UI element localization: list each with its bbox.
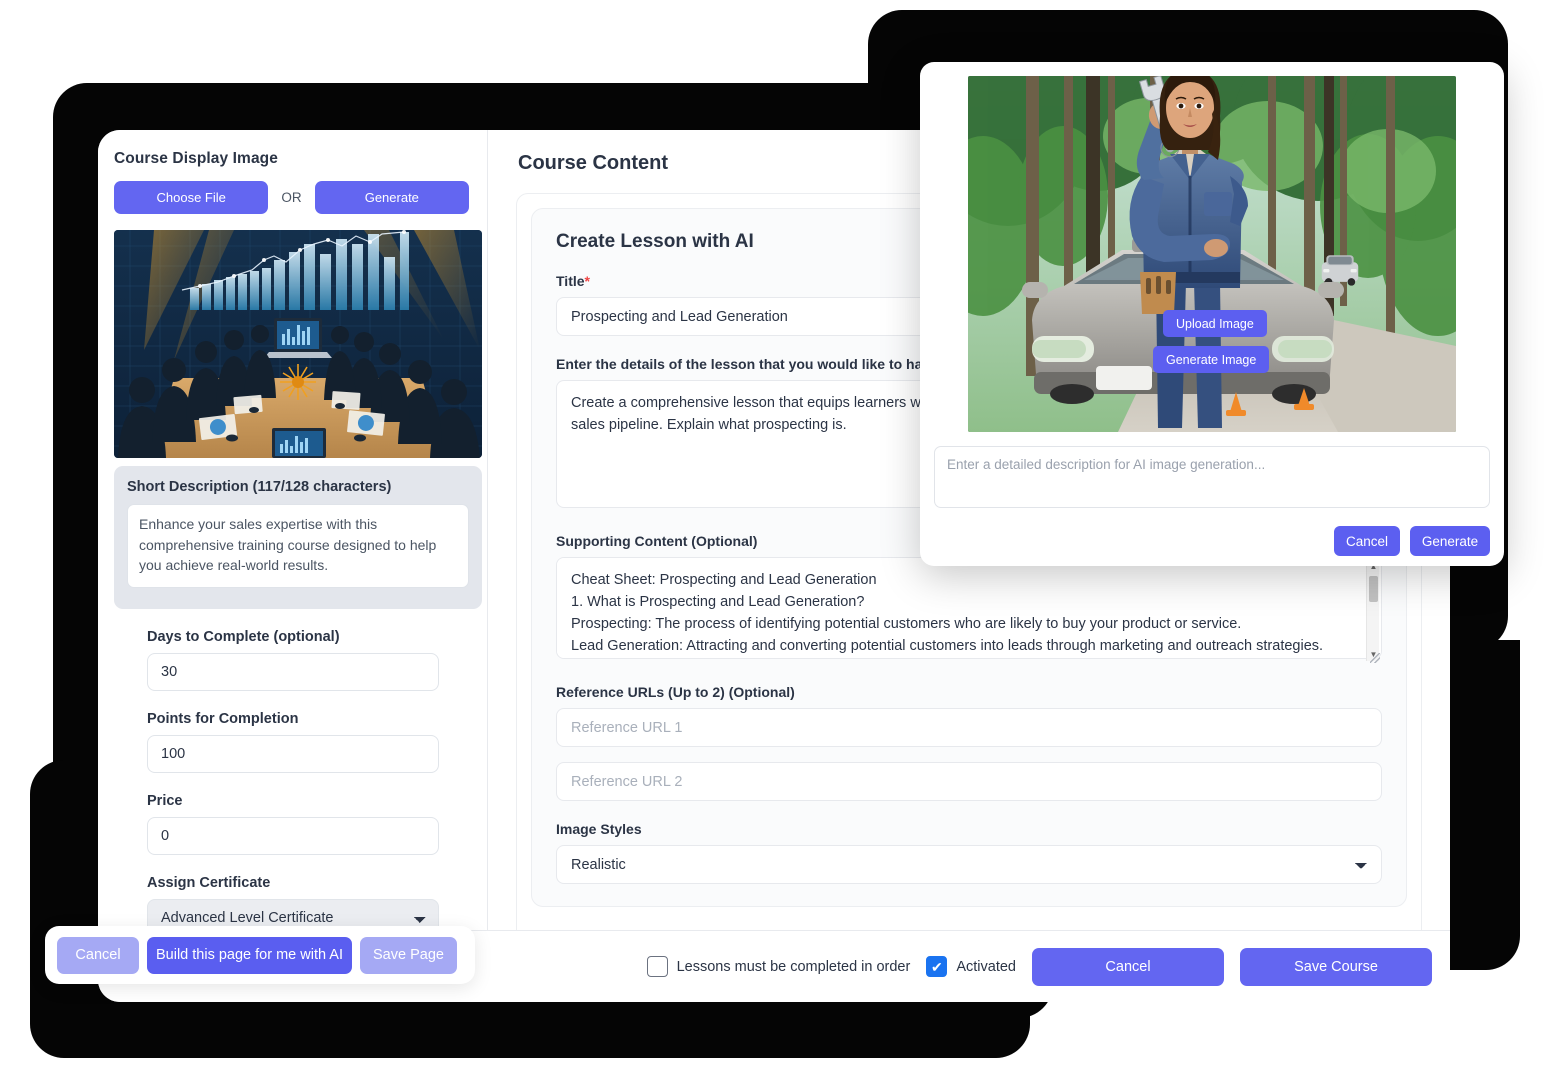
reference-url-2-input[interactable] [556,762,1382,801]
lessons-order-label: Lessons must be completed in order [676,958,911,975]
scrollbar-thumb[interactable] [1369,576,1378,602]
required-asterisk: * [584,273,590,289]
cancel-course-button[interactable]: Cancel [1032,947,1224,986]
days-to-complete-input[interactable] [147,653,439,691]
save-course-button[interactable]: Save Course [1240,947,1432,986]
toolbar-cancel-button[interactable]: Cancel [57,936,139,974]
ai-image-dialog: Upload Image Generate Image Cancel Gener… [920,62,1504,566]
reference-url-1-input[interactable] [556,708,1382,747]
supporting-content-scrollbar[interactable]: ▲ ▼ [1366,560,1379,661]
ai-dialog-actions: Cancel Generate [934,526,1490,556]
lessons-order-checkbox[interactable] [646,956,668,977]
supporting-content-textarea[interactable]: Cheat Sheet: Prospecting and Lead Genera… [556,557,1382,659]
course-display-image-title: Course Display Image [114,150,278,167]
lesson-title-label-text: Title [556,273,585,289]
lessons-order-checkbox-wrap[interactable]: Lessons must be completed in order [646,956,911,977]
course-thumbnail-image[interactable] [114,230,482,458]
activated-checkbox-wrap[interactable]: Activated [926,956,1016,977]
days-to-complete-field: Days to Complete (optional) [147,629,439,691]
assign-certificate-label: Assign Certificate [147,875,271,891]
generate-image-overlay-button[interactable]: Generate Image [1153,346,1270,373]
points-for-completion-input[interactable] [147,735,439,773]
price-field: Price [147,793,439,855]
course-display-panel: Course Display Image Choose File OR Gene… [98,130,488,930]
dialog-generate-button[interactable]: Generate [1410,526,1490,556]
short-description-label: Short Description (117/128 characters) [127,479,392,495]
reference-urls-label: Reference URLs (Up to 2) (Optional) [556,684,795,700]
short-description-block: Short Description (117/128 characters) E… [114,466,482,609]
ai-page-toolbar: Cancel Build this page for me with AI Sa… [45,926,475,984]
activated-label: Activated [956,958,1016,975]
image-styles-label: Image Styles [556,821,642,837]
price-input[interactable] [147,817,439,855]
image-styles-select[interactable]: Realistic [556,845,1382,884]
supporting-content-wrapper: Cheat Sheet: Prospecting and Lead Genera… [556,557,1382,664]
dialog-cancel-button[interactable]: Cancel [1334,526,1400,556]
screenshot-stage: Course Display Image Choose File OR Gene… [0,0,1561,1070]
short-description-textarea[interactable]: Enhance your sales expertise with this c… [127,504,469,588]
assign-certificate-field: Assign Certificate Advanced Level Certif… [147,875,439,930]
save-page-button[interactable]: Save Page [360,936,457,974]
textarea-resize-handle-icon[interactable] [1370,653,1380,663]
build-page-with-ai-button[interactable]: Build this page for me with AI [147,936,352,974]
upload-image-button[interactable]: Upload Image [1163,310,1267,337]
points-for-completion-field: Points for Completion [147,711,439,773]
points-for-completion-label: Points for Completion [147,711,299,727]
choose-file-button[interactable]: Choose File [114,181,269,214]
activated-checkbox[interactable] [926,956,948,977]
price-label: Price [147,793,183,809]
ai-image-preview[interactable]: Upload Image Generate Image [968,76,1456,432]
or-label: OR [281,190,302,205]
days-to-complete-label: Days to Complete (optional) [147,629,340,645]
generate-image-button[interactable]: Generate [314,181,469,214]
ai-prompt-textarea[interactable] [934,446,1490,508]
image-source-buttons: Choose File OR Generate [114,181,469,214]
